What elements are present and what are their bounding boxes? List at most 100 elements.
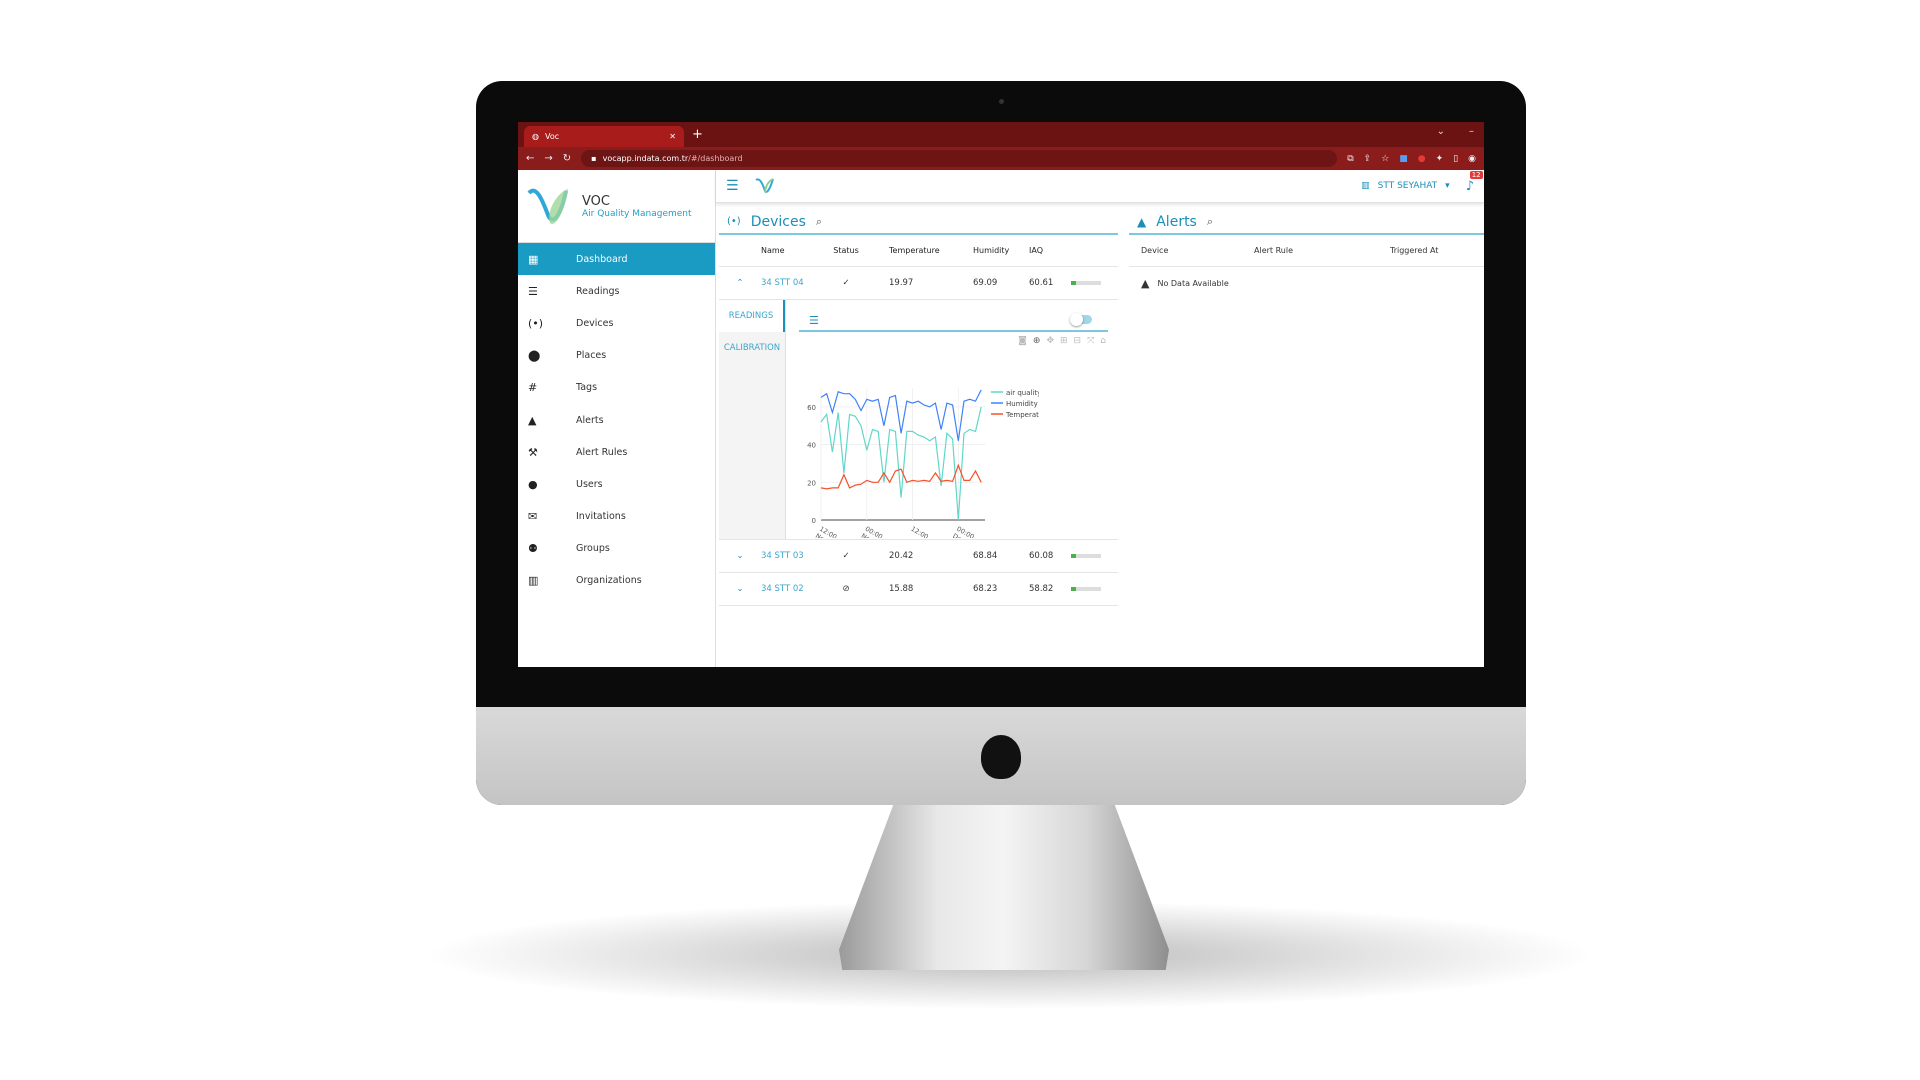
legend-label[interactable]: Temperature: [1005, 411, 1039, 419]
table-row[interactable]: ⌄ 34 STT 03 ✓ 20.42 68.84 60.08: [719, 540, 1118, 573]
readings-chart[interactable]: 020406012:00No 00:00No 12:00 00:00Deair qua…: [799, 348, 1039, 538]
minimize-button[interactable]: –: [1469, 126, 1474, 137]
warning-icon: ▲: [1141, 277, 1150, 290]
url-path: /#/dashboard: [688, 154, 743, 163]
col-iaq[interactable]: IAQ: [1021, 246, 1061, 255]
iaq-bar: [1071, 554, 1101, 558]
humidity-value: 69.09: [973, 278, 998, 288]
sidebar-item-organizations[interactable]: ▥ Organizations: [518, 565, 715, 597]
iaq-value: 60.08: [1029, 551, 1054, 561]
address-bar: ← → ↻ ▪ vocapp.indata.com.tr/#/dashboard…: [518, 147, 1484, 170]
reload-icon[interactable]: ↻: [563, 153, 571, 164]
sidebar-item-invitations[interactable]: ✉ Invitations: [518, 501, 715, 533]
forward-icon[interactable]: →: [544, 153, 552, 164]
warning-icon: ▲: [1137, 214, 1147, 229]
col-temperature[interactable]: Temperature: [871, 246, 955, 255]
zoom-out-icon[interactable]: ⊟: [1074, 336, 1082, 346]
zoom-icon[interactable]: ⊕: [1033, 336, 1041, 346]
sidebar-item-places[interactable]: ⬤ Places: [518, 340, 715, 372]
caret-down-icon: ▾: [1445, 181, 1450, 191]
extension-icon[interactable]: ■: [1399, 154, 1408, 164]
building-icon: ▥: [1361, 181, 1370, 191]
hamburger-menu-icon[interactable]: ☰: [726, 178, 739, 194]
back-icon[interactable]: ←: [526, 153, 534, 164]
y-tick-label: 20: [807, 479, 816, 487]
close-tab-icon[interactable]: ✕: [669, 132, 676, 141]
puzzle-icon[interactable]: ✦: [1436, 154, 1444, 164]
organization-name: STT SEYAHAT: [1377, 181, 1438, 191]
sidebar-item-label: Devices: [576, 317, 614, 329]
list-view-icon[interactable]: ☰: [809, 314, 819, 327]
group-icon: ⚉: [528, 542, 538, 556]
camera-icon[interactable]: ◙: [1018, 336, 1027, 346]
warning-icon: ▲: [528, 413, 537, 427]
voc-logo-icon: [527, 188, 568, 225]
zoom-in-icon[interactable]: ⊞: [1060, 336, 1068, 346]
sidebar-item-label: Users: [576, 478, 603, 490]
sidepanel-icon[interactable]: ▯: [1453, 154, 1458, 164]
tab-search-icon[interactable]: ⌄: [1437, 126, 1445, 137]
tab-readings[interactable]: READINGS: [719, 300, 785, 332]
notifications-bell-icon[interactable]: ♪ 12: [1466, 170, 1483, 194]
globe-icon: ◍: [532, 132, 539, 141]
alerts-panel: ▲ Alerts ⌕ Device Alert Rule Triggered At …: [1129, 210, 1484, 667]
sidebar-item-devices[interactable]: (•) Devices: [518, 307, 715, 339]
sidebar-item-users[interactable]: ● Users: [518, 468, 715, 500]
chevron-down-icon[interactable]: ⌄: [719, 584, 761, 594]
alerts-title: Alerts: [1156, 213, 1197, 230]
sidebar-item-readings[interactable]: ☰ Readings: [518, 275, 715, 307]
sidebar: VOC Air Quality Management ▦ Dashboard ☰ Rea…: [518, 170, 716, 667]
device-name-link[interactable]: 34 STT 04: [761, 278, 821, 288]
search-icon[interactable]: ⌕: [816, 215, 822, 229]
adblock-icon[interactable]: ●: [1418, 154, 1426, 164]
building-icon: ▥: [528, 574, 539, 588]
devices-panel: (•) Devices ⌕ Name Status Temperature Humi…: [719, 210, 1118, 667]
table-row[interactable]: ⌄ 34 STT 02 ⊘ 15.88 68.23 58.82: [719, 573, 1118, 606]
legend-label[interactable]: Humidity: [1006, 400, 1038, 408]
col-name[interactable]: Name: [761, 246, 821, 255]
device-name-link[interactable]: 34 STT 03: [761, 551, 821, 561]
device-details: READINGS CALIBRATION ☰ ◙ ⊕ ✥ ⊞ ⊟ ⤧ ⌂ 0 20 40 60 12…: [719, 300, 1118, 540]
bookmark-star-icon[interactable]: ☆: [1381, 154, 1389, 164]
url-input[interactable]: ▪ vocapp.indata.com.tr/#/dashboard: [581, 150, 1338, 167]
col-humidity[interactable]: Humidity: [955, 246, 1021, 255]
new-tab-button[interactable]: +: [692, 127, 703, 142]
series-line-humidity[interactable]: [820, 389, 982, 441]
sidebar-item-groups[interactable]: ⚉ Groups: [518, 533, 715, 565]
legend-label[interactable]: air quality: [1006, 389, 1039, 397]
col-status[interactable]: Status: [821, 246, 871, 255]
app-subtitle: Air Quality Management: [582, 208, 692, 219]
organization-selector[interactable]: ▥ STT SEYAHAT ▾: [1361, 181, 1450, 191]
chevron-down-icon[interactable]: ⌄: [719, 551, 761, 561]
alerts-table-header: Device Alert Rule Triggered At: [1129, 235, 1484, 267]
device-name-link[interactable]: 34 STT 02: [761, 584, 821, 594]
browser-tab[interactable]: ◍ Voc ✕: [524, 126, 684, 147]
autoscale-icon[interactable]: ⤧: [1087, 336, 1094, 346]
chevron-up-icon[interactable]: ⌃: [719, 278, 761, 288]
sidebar-item-label: Readings: [576, 285, 620, 297]
sidebar-item-alert-rules[interactable]: ⚒ Alert Rules: [518, 436, 715, 468]
series-line-air-quality[interactable]: [820, 406, 982, 521]
col-device[interactable]: Device: [1141, 246, 1254, 255]
pan-icon[interactable]: ✥: [1046, 336, 1054, 346]
camera: [999, 99, 1004, 104]
translate-icon[interactable]: ⧉: [1347, 154, 1353, 164]
antenna-icon: (•): [528, 316, 544, 330]
sidebar-item-alerts[interactable]: ▲ Alerts: [518, 404, 715, 436]
profile-avatar[interactable]: ◉: [1468, 154, 1476, 164]
share-icon[interactable]: ⇪: [1364, 154, 1372, 164]
tab-calibration[interactable]: CALIBRATION: [719, 332, 785, 364]
series-line-temperature[interactable]: [820, 463, 982, 490]
hash-icon: #: [528, 381, 538, 395]
realtime-toggle[interactable]: [1070, 313, 1092, 326]
mail-icon: ✉: [528, 510, 538, 524]
sidebar-item-label: Alerts: [576, 414, 604, 426]
reset-home-icon[interactable]: ⌂: [1100, 336, 1106, 346]
col-triggered-at[interactable]: Triggered At: [1390, 246, 1438, 255]
search-icon[interactable]: ⌕: [1207, 215, 1213, 229]
app-header: ☰ ▥ STT SEYAHAT ▾ ♪ 12: [716, 170, 1484, 203]
table-row[interactable]: ⌃ 34 STT 04 ✓ 19.97 69.09 60.61: [719, 267, 1118, 300]
col-alert-rule[interactable]: Alert Rule: [1254, 246, 1390, 255]
sidebar-item-tags[interactable]: # Tags: [518, 372, 715, 404]
sidebar-item-dashboard[interactable]: ▦ Dashboard: [518, 243, 715, 276]
